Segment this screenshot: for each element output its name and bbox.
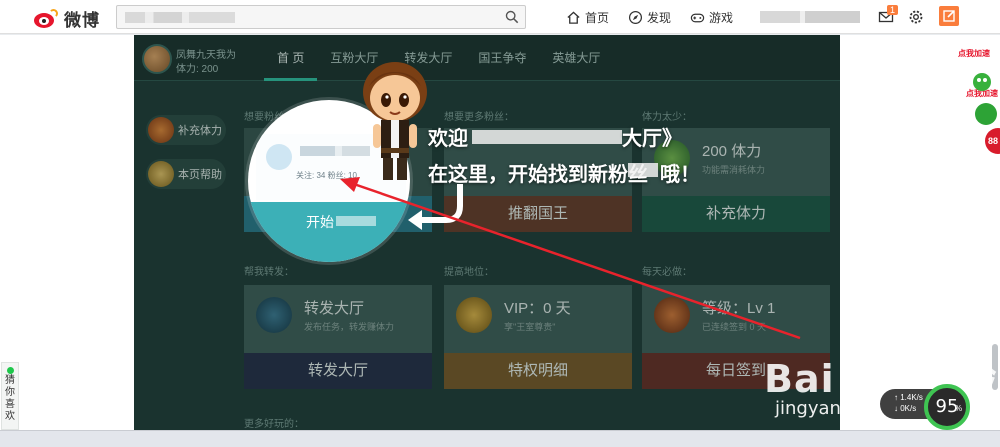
nav-games-label: 游戏 [709,10,734,25]
left-margin [0,35,134,430]
nav-games[interactable]: 游戏 [690,0,733,34]
speedup-ad-label: 点我加速 [958,49,990,58]
guess-you-like-label: 猜你喜欢 [5,375,15,422]
search-icon[interactable] [505,10,519,24]
nav-discover[interactable]: 发现 [628,0,671,34]
mail-badge: 1 [887,5,899,15]
red-pointer-arrow-icon [340,177,801,340]
gear-icon[interactable] [908,9,924,25]
nav-discover-label: 发现 [647,10,672,25]
home-icon [567,10,580,24]
weibo-logo[interactable]: 微博 [34,6,100,31]
nav-home[interactable]: 首页 [566,0,609,34]
gamepad-icon [690,13,705,22]
guess-you-like-tab[interactable]: 猜你喜欢 [1,362,19,430]
top-bar: 微博 首页 发现 游戏 1 [0,0,1000,34]
compass-icon [628,10,643,24]
tutorial-line-1-end: 大厅》 [622,128,682,150]
pencil-icon [943,10,955,22]
tutorial-blur-1 [472,130,622,144]
download-speed: ↓ 0K/s [894,404,917,413]
username-blurred[interactable] [760,11,860,23]
nav-home-label: 首页 [585,10,610,25]
user-avatar-icon [266,144,292,170]
speed-percent-unit: % [955,404,963,413]
search-input[interactable] [116,5,526,29]
upload-speed: ↑ 1.4K/s [894,393,923,402]
tutorial-character-illustration [363,62,427,180]
bottom-status-bar [0,430,1000,447]
compose-button[interactable] [939,6,959,26]
logo-text: 微博 [64,11,100,31]
status-dot-icon [7,367,14,374]
speed-percent-circle[interactable]: 95 [924,384,970,430]
search-blurred-text [125,12,235,23]
weibo-logo-icon [34,8,58,29]
